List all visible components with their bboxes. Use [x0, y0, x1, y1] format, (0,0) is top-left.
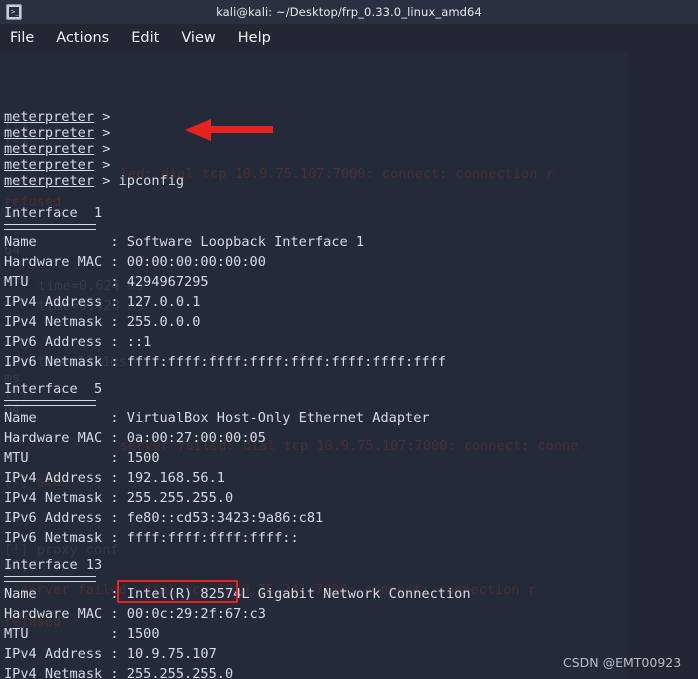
red-arrow-annotation: [185, 119, 273, 141]
interface-field-value: ffff:ffff:ffff:ffff::: [126, 530, 299, 546]
menu-item-help[interactable]: Help: [236, 29, 273, 47]
menu-item-view[interactable]: View: [179, 29, 217, 47]
interface-field-row: IPv6 Address : ::1: [4, 332, 151, 352]
interface-field-value: 00:0c:29:2f:67:c3: [126, 606, 266, 622]
window-title: kali@kali: ~/Desktop/frp_0.33.0_linux_am…: [216, 5, 482, 19]
interface-field-row: MTU : 1500: [4, 448, 160, 468]
interface-field-key: IPv6 Address :: [4, 510, 127, 526]
interface-field-value: 192.168.56.1: [126, 470, 225, 486]
terminal-ghost-line: led: dial tcp 10.9.75.107:7000: connect:…: [120, 166, 554, 182]
interface-field-value: ffff:ffff:ffff:ffff:ffff:ffff:ffff:ffff: [126, 354, 446, 370]
interface-field-key: Name :: [4, 410, 127, 426]
interface-field-row: IPv6 Netmask : ffff:ffff:ffff:ffff::: [4, 528, 299, 548]
interface-field-row: IPv4 Address : 10.9.75.107: [4, 644, 217, 664]
interface-field-value: 255.255.255.0: [126, 666, 234, 679]
interface-field-row: IPv6 Netmask : ffff:ffff:ffff:ffff:ffff:…: [4, 352, 446, 372]
interface-field-value: ::1: [126, 334, 152, 350]
prompt-command: > ipconfig: [94, 173, 185, 189]
interface-field-value: 0a:00:27:00:00:05: [126, 430, 266, 446]
interface-field-value: 127.0.0.1: [126, 294, 201, 310]
interface-field-key: IPv6 Netmask :: [4, 354, 127, 370]
interface-field-key: IPv4 Netmask :: [4, 666, 127, 679]
menu-bar: File Actions Edit View Help: [0, 24, 698, 52]
interface-field-key: Name :: [4, 234, 127, 250]
terminal-window: >_ kali@kali: ~/Desktop/frp_0.33.0_linux…: [0, 0, 698, 679]
interface-field-row: Hardware MAC : 00:0c:29:2f:67:c3: [4, 604, 266, 624]
title-bar: >_ kali@kali: ~/Desktop/frp_0.33.0_linux…: [0, 0, 698, 24]
interface-field-value: 255.0.0.0: [126, 314, 201, 330]
interface-field-row: IPv4 Netmask : 255.255.255.0: [4, 664, 233, 679]
watermark-text: CSDN @EMT00923: [563, 655, 682, 670]
interface-heading-rule: [4, 576, 96, 582]
interface-field-row: IPv4 Address : 192.168.56.1: [4, 468, 225, 488]
interface-field-value: Software Loopback Interface 1: [126, 234, 365, 250]
interface-field-value: 1500: [126, 450, 160, 466]
interface-field-key: IPv6 Address :: [4, 334, 127, 350]
interface-field-row: Name : Software Loopback Interface 1: [4, 232, 364, 252]
interface-field-key: IPv4 Netmask :: [4, 314, 127, 330]
interface-heading: Interface 5: [4, 381, 103, 397]
interface-field-row: IPv4 Netmask : 255.0.0.0: [4, 312, 200, 332]
ip-address-highlight-box: [117, 580, 238, 603]
interface-heading: Interface 1: [4, 205, 103, 221]
interface-field-value: VirtualBox Host-Only Ethernet Adapter: [126, 410, 430, 426]
menu-item-actions[interactable]: Actions: [54, 29, 111, 47]
interface-heading-rule: [4, 224, 96, 230]
interface-field-row: IPv6 Address : fe80::cd53:3423:9a86:c81: [4, 508, 323, 528]
interface-heading-rule: [4, 400, 96, 406]
interface-field-key: Hardware MAC :: [4, 430, 127, 446]
interface-field-key: IPv4 Address :: [4, 470, 127, 486]
interface-field-key: MTU :: [4, 450, 127, 466]
interface-field-value: fe80::cd53:3423:9a86:c81: [126, 510, 324, 526]
terminal-output[interactable]: [!] ... [-] led: dial tcp 10.9.75.107:700…: [0, 52, 698, 679]
menu-item-edit[interactable]: Edit: [129, 29, 161, 47]
interface-field-row: MTU : 1500: [4, 624, 160, 644]
menu-item-file[interactable]: File: [8, 29, 36, 47]
interface-field-value: 10.9.75.107: [126, 646, 217, 662]
interface-field-key: Name :: [4, 586, 127, 602]
interface-field-row: Name : VirtualBox Host-Only Ethernet Ada…: [4, 408, 430, 428]
terminal-icon[interactable]: >_: [6, 4, 22, 20]
interface-field-key: Hardware MAC :: [4, 254, 127, 270]
interface-field-key: Hardware MAC :: [4, 606, 127, 622]
interface-field-value: 4294967295: [126, 274, 209, 290]
terminal-prompt-line: meterpreter > ipconfig: [4, 171, 184, 191]
interface-field-value: 00:00:00:00:00:00: [126, 254, 266, 270]
interface-field-row: IPv4 Address : 127.0.0.1: [4, 292, 200, 312]
interface-field-row: IPv4 Netmask : 255.255.255.0: [4, 488, 233, 508]
interface-field-key: MTU :: [4, 626, 127, 642]
prompt-label: meterpreter: [4, 173, 95, 189]
interface-field-row: Hardware MAC : 00:00:00:00:00:00: [4, 252, 266, 272]
interface-field-value: 255.255.255.0: [126, 490, 234, 506]
interface-field-key: MTU :: [4, 274, 127, 290]
terminal-icon-glyph: >_: [11, 8, 20, 16]
interface-field-key: IPv4 Address :: [4, 646, 127, 662]
interface-field-key: IPv6 Netmask :: [4, 530, 127, 546]
interface-field-value: 1500: [126, 626, 160, 642]
interface-field-key: IPv4 Netmask :: [4, 490, 127, 506]
interface-field-row: MTU : 4294967295: [4, 272, 209, 292]
interface-heading: Interface 13: [4, 557, 103, 573]
interface-field-row: Hardware MAC : 0a:00:27:00:00:05: [4, 428, 266, 448]
interface-field-key: IPv4 Address :: [4, 294, 127, 310]
